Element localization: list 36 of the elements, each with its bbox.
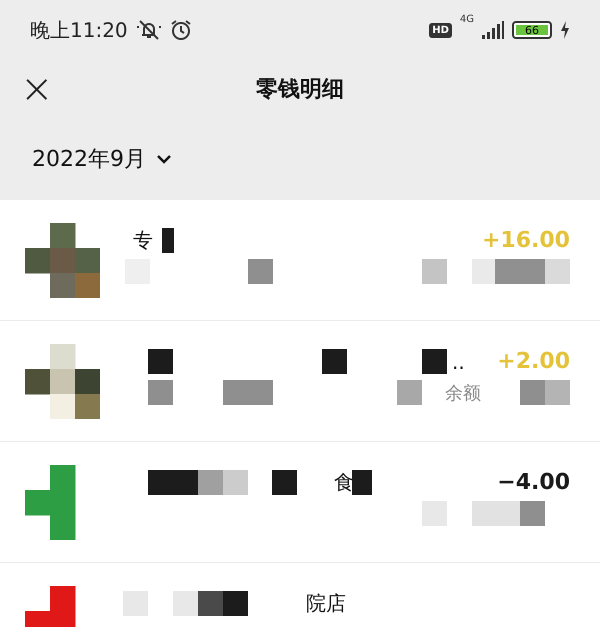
redaction-block bbox=[520, 380, 545, 405]
redaction-block bbox=[322, 349, 347, 374]
redaction-block bbox=[248, 259, 273, 284]
redaction-block bbox=[352, 470, 372, 495]
transaction-note: 余额 bbox=[445, 382, 481, 404]
hd-badge: HD bbox=[429, 22, 452, 38]
transaction-title: .. bbox=[452, 350, 465, 374]
transaction-title: 专 bbox=[133, 227, 153, 254]
redaction-block bbox=[173, 591, 198, 616]
redaction-block bbox=[422, 349, 447, 374]
transaction-amount: +2.00 bbox=[497, 349, 570, 374]
redaction-block bbox=[198, 591, 223, 616]
month-selector[interactable]: 2022年9月 bbox=[32, 144, 172, 174]
redaction-block bbox=[223, 470, 248, 495]
redaction-block bbox=[545, 380, 570, 405]
redaction-block bbox=[272, 470, 297, 495]
redaction-block bbox=[223, 380, 273, 405]
network-type: 4G bbox=[460, 14, 474, 25]
chevron-down-icon bbox=[156, 154, 172, 164]
status-time: 晚上11:20 bbox=[30, 16, 128, 44]
alarm-icon bbox=[170, 19, 192, 41]
battery-level: 66 bbox=[512, 21, 552, 39]
page-title: 零钱明细 bbox=[256, 77, 344, 102]
redaction-block bbox=[148, 349, 173, 374]
redaction-block bbox=[223, 591, 248, 616]
signal-icon bbox=[482, 21, 504, 39]
close-button[interactable]: × bbox=[16, 69, 58, 109]
redaction-block bbox=[148, 380, 173, 405]
redaction-block bbox=[422, 259, 447, 284]
mute-bell-icon bbox=[136, 19, 162, 41]
redaction-block bbox=[397, 380, 422, 405]
transaction-amount: −4.00 bbox=[497, 470, 570, 495]
transaction-amount: +16.00 bbox=[482, 228, 570, 253]
transaction-title: 食 bbox=[334, 469, 354, 496]
redaction-block bbox=[162, 228, 174, 253]
transaction-title: 院店 bbox=[306, 590, 346, 617]
